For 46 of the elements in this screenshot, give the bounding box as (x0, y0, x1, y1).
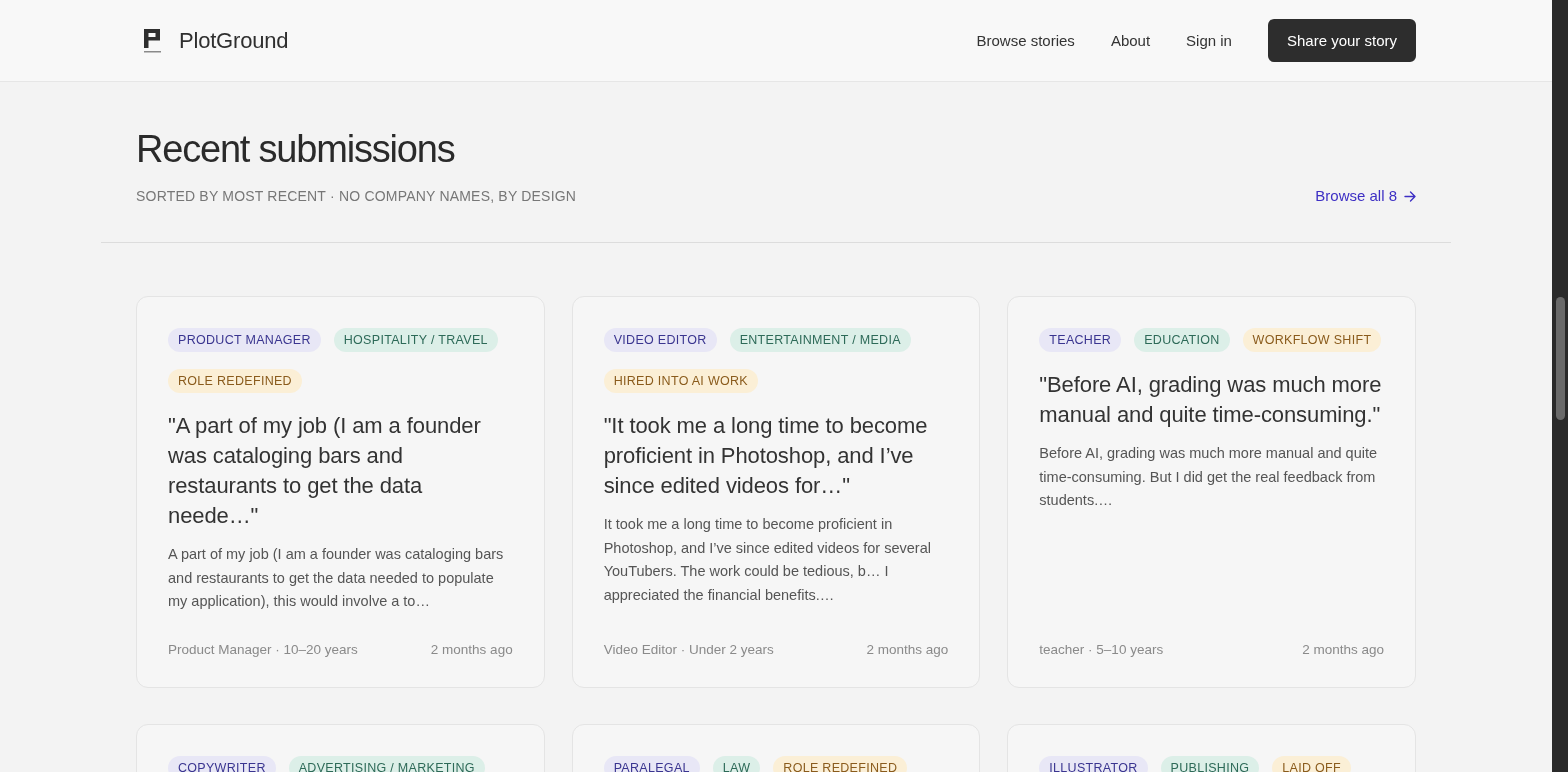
author-meta: Video Editor · Under 2 years (603, 642, 774, 657)
story-card[interactable] (1007, 296, 1416, 688)
category-tag: HOSPITALITY / TRAVEL (333, 328, 498, 352)
browse-all-link[interactable]: Browse all 8 (1315, 186, 1416, 206)
story-title: "A part of my job (I am a founder was cataloging bars and restaurants to get the data neede…" (168, 412, 482, 530)
category-tag: ILLUSTRATOR (1039, 756, 1148, 772)
category-tag: LAID OFF (1272, 756, 1351, 772)
category-tag: TEACHER (1039, 328, 1122, 352)
post-time: 2 months ago (866, 642, 949, 657)
category-tag: WORKFLOW SHIFT (1242, 328, 1382, 352)
story-card[interactable]: ILLUSTRATOR PUBLISHING LAID OFF (1007, 724, 1416, 772)
category-tag: ENTERTAINMENT / MEDIA (729, 328, 911, 352)
author-meta: teacher · 5–10 years (1039, 642, 1164, 657)
category-tag: PRODUCT MANAGER (168, 328, 321, 352)
story-card[interactable]: COPYWRITER ADVERTISING / MARKETING (136, 724, 545, 772)
category-tag: HIRED INTO AI WORK (603, 369, 758, 393)
category-tag: VIDEO EDITOR (603, 328, 717, 352)
category-tag: PARALEGAL (603, 756, 700, 772)
section-title: Recent submissions (136, 127, 456, 172)
section-subtitle: SORTED BY MOST RECENT · NO COMPANY NAMES, BY DESIGN (136, 187, 577, 206)
arrow-right-icon (1404, 190, 1416, 202)
scrollbar-thumb[interactable] (1555, 297, 1565, 420)
post-time: 2 months ago (1302, 642, 1384, 657)
story-title: "It took me a long time to become proficient in Photoshop, and I’ve since edited videos for…" (603, 412, 929, 500)
category-tag: PUBLISHING (1160, 756, 1260, 772)
category-tag: EDUCATION (1134, 328, 1230, 352)
brand-name[interactable]: PlotGround (179, 27, 289, 54)
story-card[interactable] (136, 296, 545, 688)
story-card[interactable] (571, 296, 981, 688)
category-tag: COPYWRITER (168, 756, 276, 772)
nav-link[interactable]: Sign in (1186, 32, 1232, 49)
story-excerpt: A part of my job (I am a founder was cataloging bars and restaurants to get the data needed to populate my application), this would involve a to… (168, 545, 505, 611)
nav-link[interactable]: About (1110, 32, 1151, 49)
post-time: 2 months ago (430, 642, 513, 657)
author-meta: Product Manager · 10–20 years (168, 642, 358, 657)
category-tag: ADVERTISING / MARKETING (288, 756, 485, 772)
story-title: "Before AI, grading was much more manual and quite time-consuming." (1039, 371, 1383, 429)
category-tag: ROLE REDEFINED (773, 756, 908, 772)
category-tag: LAW (712, 756, 761, 772)
category-tag: ROLE REDEFINED (168, 369, 302, 393)
logo-icon (144, 28, 161, 53)
story-card[interactable]: PARALEGAL LAW ROLE REDEFINED (571, 724, 981, 772)
nav-link[interactable]: Browse stories (976, 32, 1075, 49)
story-excerpt: Before AI, grading was much more manual and quite time-consuming. But I did get the real feedback from students.… (1039, 444, 1379, 510)
story-excerpt: It took me a long time to become proficient in Photoshop, and I’ve since edited videos for several YouTubers. The work could be tedious, b… I appreciated the financial benefits.… (603, 515, 932, 605)
share-story-button[interactable]: Share your story (1267, 19, 1416, 62)
